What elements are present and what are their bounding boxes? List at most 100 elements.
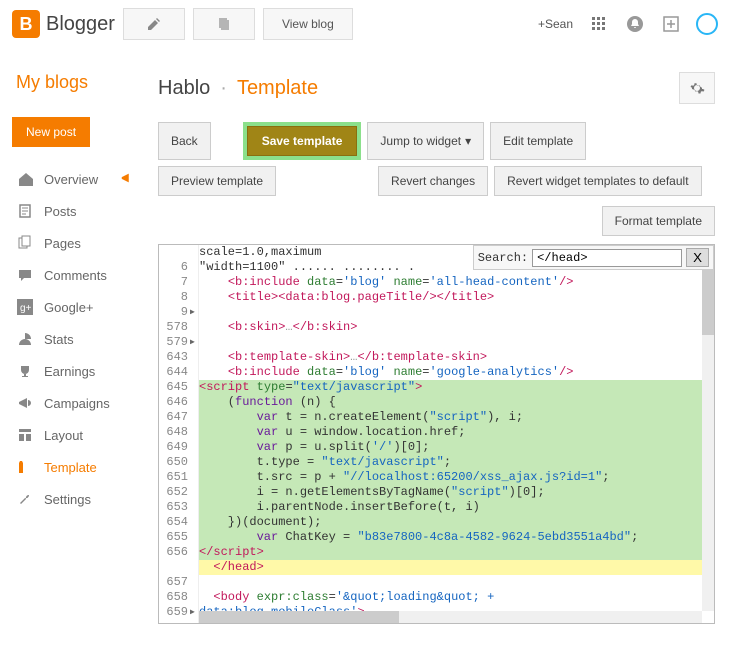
revert-widget-templates-button[interactable]: Revert widget templates to default	[494, 166, 701, 196]
code-line[interactable]	[199, 305, 702, 320]
revert-changes-button[interactable]: Revert changes	[378, 166, 488, 196]
settings-gear-button[interactable]	[679, 72, 715, 104]
compose-button[interactable]	[123, 8, 185, 40]
posts-list-button[interactable]	[193, 8, 255, 40]
chevron-down-icon: ▾	[465, 134, 471, 148]
my-blogs-heading[interactable]: My blogs	[16, 72, 138, 93]
code-line[interactable]: <body expr:class='&quot;loading&quot; +	[199, 590, 702, 605]
code-line[interactable]: <b:include data='blog' name='google-anal…	[199, 365, 702, 380]
code-line[interactable]: i.parentNode.insertBefore(t, i)	[199, 500, 702, 515]
code-line[interactable]: <b:template-skin>…</b:template-skin>	[199, 350, 702, 365]
back-button[interactable]: Back	[158, 122, 211, 160]
gplus-icon: g+	[16, 298, 34, 316]
code-editor[interactable]: Search: X 6789▶578579▶643644645646647648…	[158, 244, 715, 624]
new-post-button[interactable]: New post	[12, 117, 90, 147]
breadcrumb: Hablo · Template	[158, 72, 715, 104]
code-line[interactable]: var ChatKey = "b83e7800-4c8a-4582-9624-5…	[199, 530, 702, 545]
code-line[interactable]	[199, 335, 702, 350]
breadcrumb-separator: ·	[220, 77, 227, 100]
view-blog-button[interactable]: View blog	[263, 8, 353, 40]
toolbar-row-2: Preview template Revert changes Revert w…	[158, 166, 715, 196]
apps-icon[interactable]	[585, 10, 613, 38]
sidebar-item-label: Overview	[44, 172, 98, 187]
sidebar-item-google[interactable]: g+Google+	[12, 291, 138, 323]
code-line[interactable]: var p = u.split('/')[0];	[199, 440, 702, 455]
sidebar-item-template[interactable]: Template	[12, 451, 138, 483]
profile-icon[interactable]	[693, 10, 721, 38]
logo-text: Blogger	[46, 13, 115, 36]
template-icon	[16, 458, 34, 476]
save-template-button[interactable]: Save template	[247, 126, 358, 156]
sidebar-item-label: Layout	[44, 428, 83, 443]
sidebar-item-earnings[interactable]: Earnings	[12, 355, 138, 387]
save-highlight: Save template	[243, 122, 362, 160]
code-line[interactable]: var u = window.location.href;	[199, 425, 702, 440]
blogger-icon: B	[12, 10, 40, 38]
announce-icon	[120, 171, 134, 188]
edit-template-button[interactable]: Edit template	[490, 122, 586, 160]
code-line[interactable]: t.src = p + "//localhost:65200/xss_ajax.…	[199, 470, 702, 485]
layout-icon	[16, 426, 34, 444]
megaphone-icon	[16, 394, 34, 412]
sidebar-item-overview[interactable]: Overview	[12, 163, 138, 195]
sidebar-item-label: Earnings	[44, 364, 95, 379]
sidebar-item-label: Comments	[44, 268, 107, 283]
sidebar-item-label: Settings	[44, 492, 91, 507]
sidebar-item-posts[interactable]: Posts	[12, 195, 138, 227]
code-line[interactable]: })(document);	[199, 515, 702, 530]
content: Hablo · Template Back Save template Jump…	[150, 48, 733, 636]
sidebar-item-label: Pages	[44, 236, 81, 251]
user-link[interactable]: +Sean	[538, 17, 573, 31]
sidebar-item-pages[interactable]: Pages	[12, 227, 138, 259]
doc-icon	[16, 202, 34, 220]
code-line[interactable]	[199, 575, 702, 590]
format-template-button[interactable]: Format template	[602, 206, 715, 236]
preview-template-button[interactable]: Preview template	[158, 166, 276, 196]
comment-icon	[16, 266, 34, 284]
horizontal-scrollbar[interactable]	[199, 611, 702, 623]
logo[interactable]: B Blogger	[12, 10, 115, 38]
scroll-thumb-horizontal[interactable]	[199, 611, 399, 623]
code-line[interactable]: <title><data:blog.pageTitle/></title>	[199, 290, 702, 305]
search-close-button[interactable]: X	[686, 248, 709, 267]
stats-icon	[16, 330, 34, 348]
code-line[interactable]: </script>	[199, 545, 702, 560]
search-label: Search:	[478, 251, 528, 265]
code-line[interactable]: </head>	[199, 560, 702, 575]
sidebar-item-label: Stats	[44, 332, 74, 347]
toolbar-row-3: Format template	[158, 206, 715, 236]
line-number-gutter: 6789▶578579▶6436446456466476486496506516…	[159, 245, 199, 623]
code-line[interactable]: t.type = "text/javascript";	[199, 455, 702, 470]
sidebar: My blogs New post Overview Posts Pages Comm…	[0, 48, 150, 636]
share-icon[interactable]	[657, 10, 685, 38]
trophy-icon	[16, 362, 34, 380]
notifications-icon[interactable]	[621, 10, 649, 38]
wrench-icon	[16, 490, 34, 508]
sidebar-item-settings[interactable]: Settings	[12, 483, 138, 515]
code-line[interactable]: <b:include data='blog' name='all-head-co…	[199, 275, 702, 290]
sidebar-item-campaigns[interactable]: Campaigns	[12, 387, 138, 419]
code-line[interactable]: i = n.getElementsByTagName("script")[0];	[199, 485, 702, 500]
home-icon	[16, 170, 34, 188]
breadcrumb-page: Template	[237, 77, 318, 100]
pages-icon	[16, 234, 34, 252]
svg-text:g+: g+	[20, 303, 32, 314]
vertical-scrollbar[interactable]	[702, 245, 714, 611]
jump-to-widget-dropdown[interactable]: Jump to widget ▾	[367, 122, 484, 160]
code-line[interactable]: (function (n) {	[199, 395, 702, 410]
toolbar-row-1: Back Save template Jump to widget ▾ Edit…	[158, 122, 715, 160]
code-line[interactable]: <b:skin>…</b:skin>	[199, 320, 702, 335]
code-line[interactable]: <script type="text/javascript">	[199, 380, 702, 395]
breadcrumb-blog[interactable]: Hablo	[158, 77, 210, 100]
sidebar-item-layout[interactable]: Layout	[12, 419, 138, 451]
search-input[interactable]	[532, 249, 682, 267]
code-line[interactable]: var t = n.createElement("script"), i;	[199, 410, 702, 425]
code-area[interactable]: scale=1.0,maximum"width=1100" ...... ...…	[199, 245, 702, 611]
topbar: B Blogger View blog +Sean	[0, 0, 733, 48]
sidebar-item-stats[interactable]: Stats	[12, 323, 138, 355]
sidebar-item-label: Campaigns	[44, 396, 110, 411]
sidebar-item-comments[interactable]: Comments	[12, 259, 138, 291]
sidebar-item-label: Template	[44, 460, 97, 475]
sidebar-item-label: Posts	[44, 204, 77, 219]
search-bar: Search: X	[473, 245, 714, 270]
